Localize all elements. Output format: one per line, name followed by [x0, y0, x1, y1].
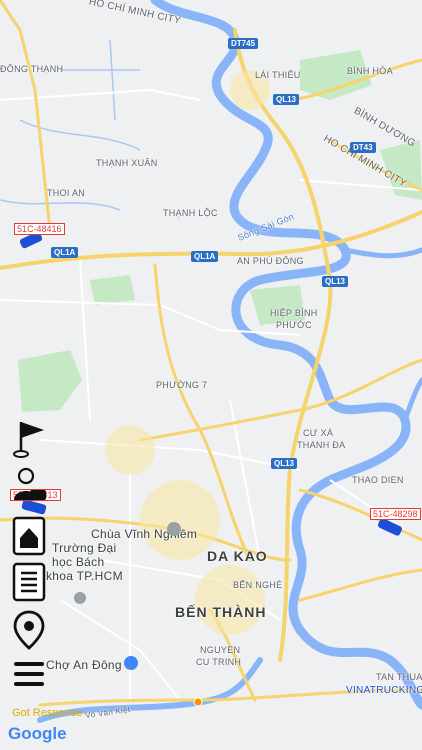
driver-button[interactable] — [12, 466, 50, 506]
label-an-phu-dong: AN PHÚ ĐÔNG — [237, 256, 304, 266]
location-pin-icon — [13, 610, 45, 650]
home-icon — [12, 516, 46, 556]
label-ben-nghe: BẾN NGHÉ — [233, 580, 283, 590]
school-icon — [74, 592, 86, 604]
poi-bach-khoa-2[interactable]: học Bách — [52, 555, 104, 569]
shield-dt43: DT43 — [350, 142, 376, 153]
label-hiep-binh-2: PHƯỚC — [276, 320, 312, 330]
label-thoi-an: THOI AN — [47, 188, 86, 198]
label-cu-xa-1: CƯ XÁ — [303, 428, 334, 438]
label-nguyen-cu-trinh-2: CU TRINH — [196, 657, 242, 667]
plate-truck-left[interactable]: 51C-48416 — [14, 223, 65, 235]
shield-dt745: DT745 — [228, 38, 259, 49]
flag-icon — [13, 422, 44, 458]
label-ben-thanh: BẾN THÀNH — [175, 604, 267, 620]
poi-chua-vinh-nghiem[interactable]: Chùa Vĩnh Nghiêm — [91, 527, 197, 541]
driver-icon — [14, 467, 46, 500]
label-dong-thanh: ĐÔNG THẠNH — [0, 64, 64, 74]
shield-ql13-b: QL13 — [322, 276, 349, 287]
label-thanh-xuan: THẠNH XUÂN — [96, 158, 158, 168]
google-logo[interactable]: Google — [8, 724, 67, 744]
list-icon — [12, 562, 46, 602]
temple-icon — [167, 522, 181, 536]
menu-button[interactable] — [12, 656, 50, 696]
label-binh-hoa: BÌNH HÒA — [347, 66, 393, 76]
home-button[interactable] — [12, 516, 50, 556]
list-button[interactable] — [12, 562, 50, 602]
plate-truck-right[interactable]: 51C-48298 — [370, 508, 421, 520]
label-lai-thieu: LÁI THIÊU — [255, 70, 301, 80]
label-phuong-7: PHƯỜNG 7 — [156, 380, 208, 390]
poi-bach-khoa-3[interactable]: khoa TP.HCM — [46, 569, 123, 583]
label-thao-dien: THAO DIEN — [352, 475, 404, 485]
label-vinatruck[interactable]: VINATRUCKING — [346, 685, 422, 696]
status-text: Got Response — [12, 707, 83, 719]
shield-ql13-a: QL13 — [273, 94, 300, 105]
label-da-kao: DA KAO — [207, 548, 268, 564]
location-pin-button[interactable] — [12, 610, 50, 650]
shield-ql1a-mid: QL1A — [191, 251, 219, 262]
shield-ql13-c: QL13 — [271, 458, 298, 469]
location-dot — [193, 697, 203, 707]
label-thanh-loc: THẠNH LỘC — [163, 208, 218, 218]
menu-icon — [14, 662, 44, 686]
label-cu-xa-2: THANH ĐA — [297, 440, 346, 450]
flag-button[interactable] — [12, 418, 50, 458]
label-nguyen-cu-trinh-1: NGUYEN — [200, 645, 241, 655]
label-tan-thuan: TAN THUAN — [376, 672, 422, 682]
poi-bach-khoa-1[interactable]: Trường Đại — [52, 541, 116, 555]
label-hiep-binh-1: HIỆP BÌNH — [270, 308, 318, 318]
poi-cho-an-dong[interactable]: Chợ An Đông — [46, 658, 122, 672]
shopping-icon — [124, 656, 138, 670]
shield-ql1a-left: QL1A — [51, 247, 79, 258]
